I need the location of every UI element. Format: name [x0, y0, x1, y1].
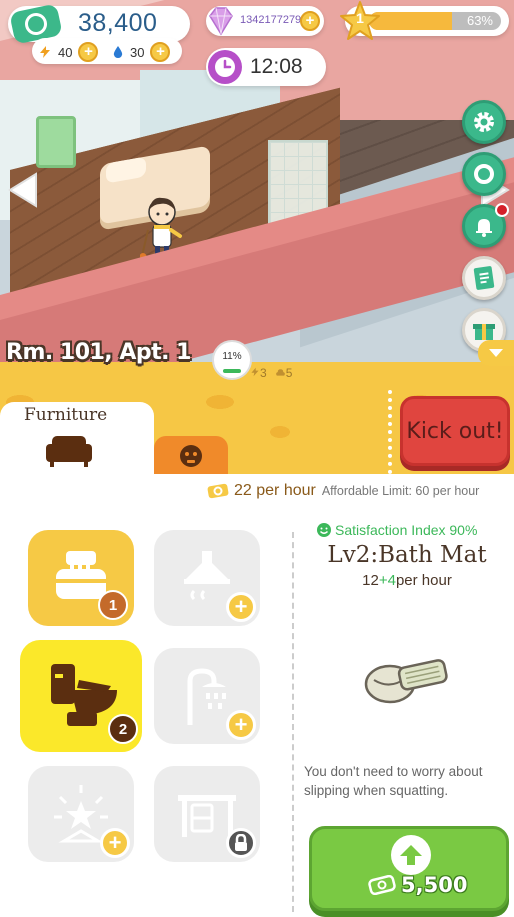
game-clock: 12:08: [206, 48, 326, 86]
arrow-up-icon: [391, 835, 431, 875]
rate-unit: per hour: [395, 572, 452, 589]
income-limit: Affordable Limit: 60 per hour: [321, 484, 480, 498]
water-drop-icon: [113, 46, 123, 58]
cash-icon: [368, 875, 396, 895]
slot-toilet-count: 2: [108, 714, 138, 744]
add-gems-button[interactable]: +: [300, 11, 320, 31]
window: [36, 116, 76, 168]
slot-light-add[interactable]: +: [100, 828, 130, 858]
income-amount: 22 per hour: [234, 482, 316, 499]
lightning-icon: [251, 367, 259, 377]
poop-icon: [275, 369, 285, 376]
lock-icon: [235, 834, 247, 851]
slot-bed-count: 1: [98, 590, 128, 620]
upgrade-price-value: 5,500: [401, 873, 468, 897]
energy-stat: 40 +: [38, 42, 99, 62]
chevron-down-icon: [489, 349, 503, 357]
slot-range-hood-add[interactable]: +: [226, 592, 256, 622]
tab-furniture[interactable]: Furniture: [0, 402, 154, 478]
slot-bed[interactable]: 1: [28, 530, 134, 626]
tasks-button[interactable]: [462, 256, 506, 300]
money-value: 38,400: [78, 9, 158, 37]
energy-value: 40: [58, 44, 73, 60]
slot-shower-add[interactable]: +: [226, 710, 256, 740]
rate-bonus: +4: [378, 572, 396, 589]
room-mini-stats: 3 5: [250, 366, 292, 380]
level-number: 1: [356, 10, 364, 26]
occupancy-bar: [223, 369, 241, 373]
sofa-icon: [46, 436, 92, 467]
clock-value: 12:08: [250, 55, 303, 78]
tab-furniture-label: Furniture: [24, 405, 108, 425]
upgrade-button[interactable]: 5,500: [309, 826, 509, 911]
cash-icon: [207, 483, 229, 499]
notebook-icon: [473, 266, 495, 290]
settings-button[interactable]: [462, 100, 506, 144]
level-fill: [369, 12, 453, 30]
stat-poop: 5: [275, 366, 293, 380]
satisfaction-text: Satisfaction Index 90%: [335, 522, 478, 538]
water-stat: 30 +: [112, 42, 171, 62]
notifications-button[interactable]: [462, 203, 509, 248]
money-counter: 38,400: [8, 3, 190, 45]
collapse-panel-button[interactable]: [478, 340, 514, 366]
gem-counter: 1342177279 +: [206, 6, 324, 36]
room-occupancy: 11%: [212, 340, 252, 380]
level-track: 63%: [369, 12, 501, 30]
satisfaction-index: Satisfaction Index 90%: [316, 522, 477, 538]
stat-energy-value: 3: [260, 366, 267, 380]
smiley-icon: [317, 523, 331, 537]
occupancy-value: 11%: [222, 351, 242, 362]
room-name: Rm. 101, Apt. 1: [6, 340, 191, 365]
notification-dot: [495, 203, 509, 217]
stat-energy: 3: [250, 366, 267, 380]
lightning-icon: [40, 46, 50, 58]
bell-icon: [476, 219, 492, 237]
arrow-left-icon[interactable]: [4, 170, 40, 210]
eye-icon: [474, 164, 494, 184]
view-button[interactable]: [462, 152, 506, 196]
item-rate: 12+4per hour: [300, 572, 514, 589]
gem-value: 1342177279: [240, 14, 302, 26]
level-progress: 63% 1: [340, 1, 509, 40]
pet-face-icon: [180, 445, 202, 467]
kick-out-button[interactable]: Kick out!: [400, 396, 510, 466]
item-description: You don't need to worry about slipping w…: [304, 764, 483, 798]
slot-desk[interactable]: [154, 766, 260, 862]
resource-counter: 40 + 30 +: [32, 38, 182, 64]
diamond-icon: [209, 7, 233, 36]
income-info: 22 per hour Affordable Limit: 60 per hou…: [206, 482, 514, 500]
gear-icon: [474, 112, 494, 132]
clock-icon: [208, 50, 242, 84]
slot-toilet[interactable]: 2: [20, 640, 142, 752]
level-percent: 63%: [466, 13, 493, 28]
game-screen: 38,400 40 + 30 + 1342177279 + 12:08 63%: [0, 0, 514, 917]
upgrade-price: 5,500: [367, 873, 467, 897]
add-energy-button[interactable]: +: [78, 42, 99, 62]
rate-base: 12: [362, 572, 379, 589]
tab-pets[interactable]: [154, 436, 228, 476]
add-water-button[interactable]: +: [150, 42, 171, 62]
slot-range-hood[interactable]: +: [154, 530, 260, 626]
panel-divider: [292, 532, 294, 912]
item-title: Lv2:Bath Mat: [327, 542, 487, 568]
bath-mat-preview: [364, 659, 448, 704]
band-divider: [388, 390, 392, 474]
slot-desk-locked: [226, 828, 256, 858]
stat-poop-value: 5: [285, 366, 293, 380]
slot-shower[interactable]: +: [154, 648, 260, 744]
slot-light[interactable]: +: [28, 766, 134, 862]
water-value: 30: [130, 44, 145, 60]
